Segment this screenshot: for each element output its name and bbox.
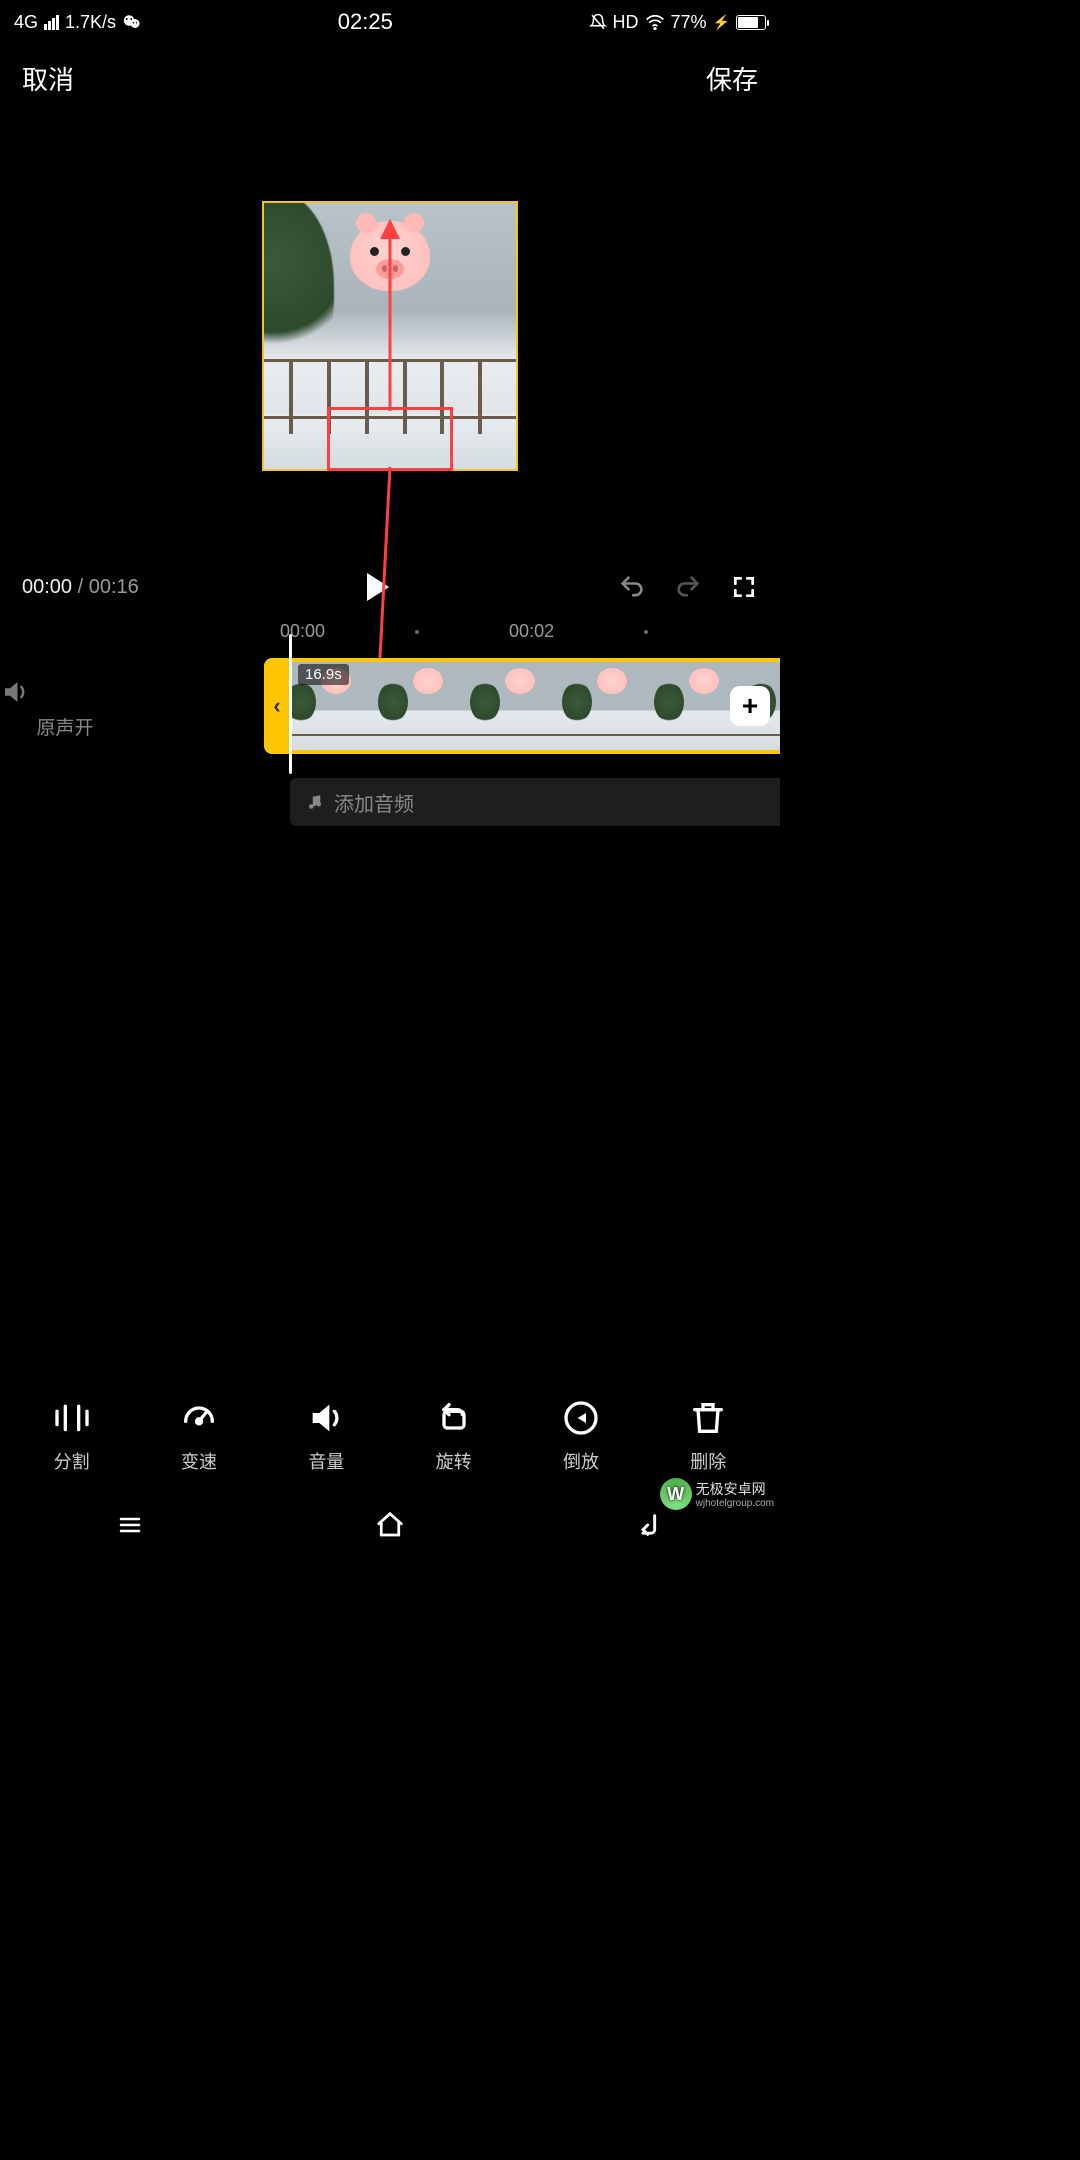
watermark-logo-icon: W (660, 1478, 692, 1510)
signal-icon (44, 15, 59, 30)
nav-home-button[interactable] (373, 1508, 407, 1542)
clip-left-handle[interactable]: ‹ (264, 658, 290, 754)
clip-thumbnails[interactable] (290, 658, 780, 754)
watermark-url: wjhotelgroup.com (696, 1499, 774, 1509)
tool-delete[interactable]: 删除 (663, 1398, 753, 1474)
tool-speed[interactable]: 变速 (154, 1398, 244, 1474)
timeline[interactable]: 原声开 ‹ 16.9s + (0, 652, 780, 760)
wechat-icon (122, 13, 142, 31)
cancel-button[interactable]: 取消 (22, 60, 74, 97)
tool-speed-label: 变速 (181, 1448, 217, 1474)
add-audio-label: 添加音频 (334, 788, 414, 817)
clip-duration-badge: 16.9s (298, 664, 349, 685)
tool-delete-label: 删除 (690, 1448, 726, 1474)
ruler-mark-1: 00:02 (509, 621, 554, 642)
ruler-dot (644, 630, 648, 634)
dnd-icon (589, 12, 607, 32)
trash-icon (688, 1398, 728, 1438)
rotate-icon (434, 1398, 474, 1438)
video-track[interactable]: ‹ 16.9s + (264, 652, 780, 760)
tool-rotate-label: 旋转 (436, 1448, 472, 1474)
status-time: 02:25 (338, 9, 393, 35)
status-left: 4G 1.7K/s (14, 12, 142, 33)
editor-top-bar: 取消 保存 (0, 44, 780, 107)
redo-button[interactable] (674, 573, 702, 601)
undo-button[interactable] (618, 573, 646, 601)
time-display: 00:00 / 00:16 (22, 576, 139, 599)
watermark: W 无极安卓网 wjhotelgroup.com (660, 1478, 774, 1510)
wifi-icon (645, 14, 665, 30)
nav-back-button[interactable] (633, 1508, 667, 1542)
split-icon (52, 1398, 92, 1438)
charging-icon: ⚡ (713, 14, 730, 31)
annotation-arrow-up (389, 221, 392, 411)
original-sound-label: 原声开 (0, 713, 130, 740)
battery-pct: 77% (671, 12, 707, 33)
status-bar: 4G 1.7K/s 02:25 HD 77% ⚡ (0, 0, 780, 44)
tool-rotate[interactable]: 旋转 (409, 1398, 499, 1474)
tool-reverse-label: 倒放 (563, 1448, 599, 1474)
status-right: HD 77% ⚡ (589, 12, 766, 33)
speed-icon (179, 1398, 219, 1438)
volume-icon (306, 1398, 346, 1438)
add-audio-track[interactable]: 添加音频 (290, 778, 780, 826)
tool-volume[interactable]: 音量 (281, 1398, 371, 1474)
annotation-arrowhead-up (380, 219, 400, 239)
network-label: 4G (14, 12, 38, 33)
add-clip-button[interactable]: + (730, 686, 770, 726)
annotation-box (327, 407, 453, 471)
transport-bar: 00:00 / 00:16 (0, 555, 780, 607)
time-current: 00:00 (22, 576, 72, 598)
preview-area (0, 107, 780, 555)
battery-icon (736, 15, 766, 30)
speaker-icon (0, 677, 30, 707)
time-total: 00:16 (89, 576, 139, 598)
edit-toolbar: 分割 变速 音量 旋转 倒放 删除 (0, 1388, 780, 1490)
play-button[interactable] (367, 573, 389, 601)
tool-volume-label: 音量 (308, 1448, 344, 1474)
tool-reverse[interactable]: 倒放 (536, 1398, 626, 1474)
fullscreen-button[interactable] (730, 573, 758, 601)
nav-recent-button[interactable] (113, 1508, 147, 1542)
playhead[interactable] (289, 634, 292, 774)
reverse-icon (561, 1398, 601, 1438)
hd-label: HD (613, 12, 639, 33)
ruler-dot (415, 630, 419, 634)
watermark-brand: 无极安卓网 (696, 1481, 766, 1497)
tool-split-label: 分割 (54, 1448, 90, 1474)
data-speed: 1.7K/s (65, 12, 116, 33)
time-ruler: 00:00 00:02 (0, 607, 780, 652)
save-button[interactable]: 保存 (706, 60, 758, 97)
ruler-mark-0: 00:00 (280, 621, 325, 642)
original-sound-toggle[interactable]: 原声开 (0, 677, 130, 740)
music-note-icon (306, 793, 324, 811)
tool-split[interactable]: 分割 (27, 1398, 117, 1474)
